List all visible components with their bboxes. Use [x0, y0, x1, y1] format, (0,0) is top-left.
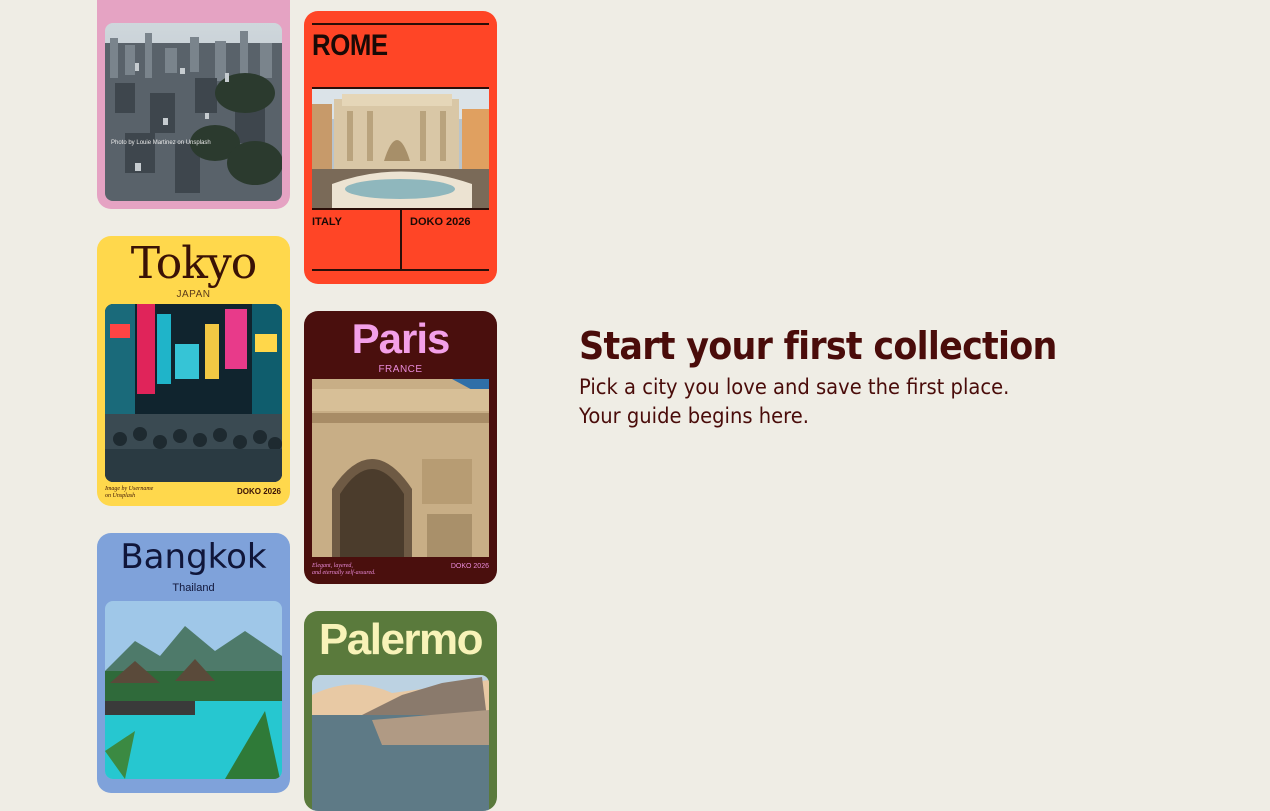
brand-label: DOKO 2026 — [236, 487, 281, 496]
country-label: ITALY — [312, 216, 342, 228]
empty-state-line-1: Pick a city you love and save the first … — [579, 375, 1010, 399]
palermo-coast-photo — [312, 675, 489, 811]
divider — [312, 269, 489, 271]
city-title: Tokyo — [130, 238, 257, 289]
city-title: Palermo — [318, 615, 484, 664]
city-card-bangkok[interactable]: Bangkok Thailand — [97, 533, 290, 793]
divider — [312, 23, 489, 25]
arc-de-triomphe-photo — [312, 379, 489, 557]
city-card-rome[interactable]: ROME ITALY DOKO 2026 — [304, 11, 497, 284]
empty-state: Start your first collection Pick a city … — [579, 323, 1139, 431]
tokyo-street-photo — [105, 304, 282, 482]
empty-state-description: Pick a city you love and save the first … — [579, 373, 1100, 431]
brand-label: DOKO 2026 — [450, 563, 489, 570]
city-card-tokyo[interactable]: Tokyo JAPAN Image by Username on Unsplas… — [97, 236, 290, 506]
divider — [400, 209, 402, 269]
city-title: Paris — [351, 315, 451, 362]
tagline: Elegant, layered, and eternally self-ass… — [312, 563, 376, 576]
city-card-top[interactable]: Photo by Louie Martinez on Unsplash — [97, 0, 290, 209]
city-title: ROME — [312, 29, 388, 62]
photo-credit: Photo by Louie Martinez on Unsplash — [111, 140, 211, 146]
skyline-photo — [105, 23, 282, 201]
city-card-palermo[interactable]: Palermo — [304, 611, 497, 811]
country-label: JAPAN — [176, 289, 211, 300]
bangkok-resort-photo — [105, 601, 282, 779]
empty-state-heading: Start your first collection — [579, 324, 1057, 368]
country-label: Thailand — [172, 582, 215, 594]
empty-state-line-2: Your guide begins here. — [579, 404, 809, 428]
brand-label: DOKO 2026 — [410, 216, 471, 228]
city-title: Bangkok — [120, 537, 267, 577]
photo-credit: Image by Username on Unsplash — [105, 486, 154, 499]
city-card-paris[interactable]: Paris FRANCE Elegant, layered, and etern… — [304, 311, 497, 584]
trevi-fountain-photo — [312, 89, 489, 209]
country-label: FRANCE — [378, 364, 423, 375]
